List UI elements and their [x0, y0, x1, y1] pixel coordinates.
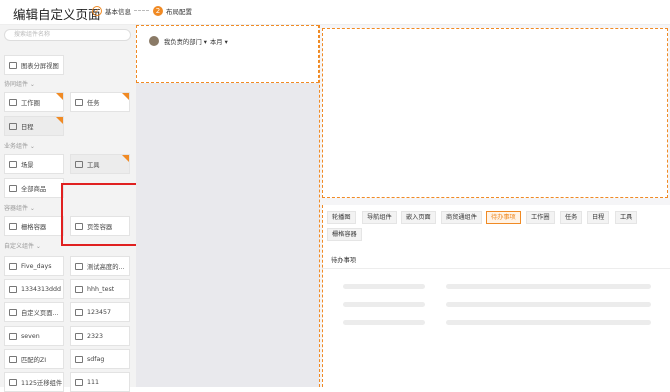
component-custom[interactable]: Five_days: [4, 256, 64, 276]
skeleton-line: [343, 320, 425, 325]
component-icon: [9, 285, 17, 293]
component-grid-container[interactable]: 栅格容器: [4, 216, 64, 236]
component-icon: [9, 184, 17, 192]
component-icon: [75, 98, 83, 106]
dept-filter-dropdown[interactable]: 我负责的部门 ▾: [164, 37, 207, 46]
step-label: 基本信息: [105, 8, 131, 16]
tab-tool[interactable]: 工具: [615, 211, 638, 224]
skeleton-line: [446, 284, 651, 289]
step-divider: [134, 10, 149, 11]
tab-todo[interactable]: 待办事项: [486, 211, 521, 224]
component-custom[interactable]: 123457: [70, 302, 130, 322]
component-icon: [9, 262, 17, 270]
component-custom[interactable]: 2323: [70, 326, 130, 346]
avatar: [149, 36, 159, 46]
calendar-icon: [9, 122, 17, 130]
component-custom[interactable]: 1334313ddd: [4, 279, 64, 299]
group-collab[interactable]: 协同组件 ⌄: [4, 79, 35, 88]
step-label: 布局配置: [166, 8, 192, 16]
component-chart-split[interactable]: 图表分屏视图: [4, 55, 64, 75]
component-custom[interactable]: sdfag: [70, 349, 130, 369]
component-icon: [9, 61, 17, 69]
component-custom[interactable]: 匹配的ZI: [4, 349, 64, 369]
page-header: 编辑自定义页面 ✓ 基本信息 2 布局配置: [0, 0, 670, 25]
component-icon: [9, 332, 17, 340]
component-tool[interactable]: 工具: [70, 154, 130, 174]
group-container[interactable]: 容器组件 ⌄: [4, 203, 35, 212]
section-title: 待办事项: [331, 257, 357, 264]
skeleton-line: [343, 284, 425, 289]
component-custom[interactable]: 自定义页面...: [4, 302, 64, 322]
component-workcircle[interactable]: 工作圈: [4, 92, 64, 112]
component-icon: [9, 308, 17, 316]
search-input[interactable]: 搜索组件名称: [4, 29, 131, 41]
wrench-icon: [75, 160, 83, 168]
component-icon: [9, 378, 17, 386]
component-custom[interactable]: seven: [4, 326, 64, 346]
tab-container-panel[interactable]: [322, 205, 670, 387]
grid-icon: [9, 160, 17, 168]
skeleton-line: [446, 302, 651, 307]
skeleton-line: [343, 302, 425, 307]
preview-placeholder[interactable]: [322, 28, 668, 198]
skeleton-line: [446, 320, 651, 325]
component-icon: [75, 378, 83, 386]
component-icon: [75, 285, 83, 293]
divider: [322, 268, 670, 269]
component-custom[interactable]: hhh_test: [70, 279, 130, 299]
component-icon: [9, 222, 17, 230]
component-icon: [75, 262, 83, 270]
tab-carousel[interactable]: 轮播图: [327, 211, 356, 224]
tab-grid-container[interactable]: 栅格容器: [327, 228, 362, 241]
tab-task[interactable]: 任务: [560, 211, 583, 224]
highlight-box: [61, 183, 146, 246]
component-icon: [9, 98, 17, 106]
component-all-goods[interactable]: 全部商品: [4, 178, 64, 198]
component-icon: [75, 308, 83, 316]
page-title: 编辑自定义页面: [13, 7, 101, 22]
component-scene[interactable]: 场景: [4, 154, 64, 174]
group-business[interactable]: 业务组件 ⌄: [4, 141, 35, 150]
check-icon: ✓: [92, 6, 102, 16]
tab-schedule[interactable]: 日程: [587, 211, 610, 224]
tab-navigation[interactable]: 导航组件: [362, 211, 397, 224]
tab-embed-page[interactable]: 嵌入页面: [401, 211, 436, 224]
step-basic-info[interactable]: ✓ 基本信息: [92, 6, 131, 16]
component-custom[interactable]: 1125迁移组件: [4, 372, 64, 392]
component-icon: [9, 355, 17, 363]
canvas-card[interactable]: 我负责的部门 ▾ 本月 ▾: [136, 25, 319, 83]
component-custom[interactable]: 测试高度的...: [70, 256, 130, 276]
component-icon: [75, 332, 83, 340]
component-icon: [75, 355, 83, 363]
component-custom[interactable]: 111: [70, 372, 130, 392]
tab-workcircle[interactable]: 工作圈: [526, 211, 555, 224]
group-custom[interactable]: 自定义组件 ⌄: [4, 241, 41, 250]
tab-trade-component[interactable]: 商贸通组件: [441, 211, 482, 224]
step-layout-config[interactable]: 2 布局配置: [153, 6, 192, 16]
step-number: 2: [153, 6, 163, 16]
component-schedule[interactable]: 日程: [4, 116, 64, 136]
component-task[interactable]: 任务: [70, 92, 130, 112]
time-filter-dropdown[interactable]: 本月 ▾: [210, 37, 228, 46]
